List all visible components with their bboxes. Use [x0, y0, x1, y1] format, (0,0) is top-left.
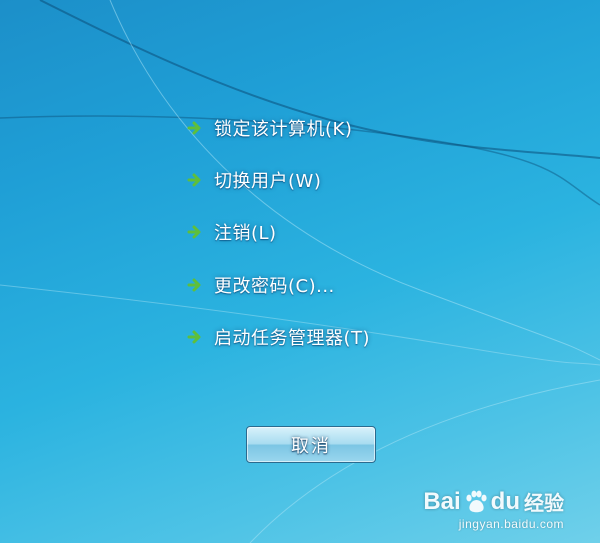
baidu-jingyan-watermark: Bai du 经验 jingyan.baidu.com [423, 487, 564, 532]
watermark-logo: Bai du 经验 [423, 487, 564, 516]
change-password-option[interactable]: 更改密码(C)... [186, 272, 335, 298]
cancel-button[interactable]: 取消 [246, 426, 376, 463]
cancel-button-label: 取消 [291, 435, 331, 457]
green-arrow-icon [187, 330, 201, 344]
switch-user-label: 切换用户(W) [214, 171, 322, 192]
lock-computer-option[interactable]: 锁定该计算机(K) [186, 115, 352, 141]
lock-computer-label: 锁定该计算机(K) [214, 119, 353, 140]
green-arrow-icon [187, 121, 201, 135]
log-off-label: 注销(L) [214, 223, 277, 244]
switch-user-option[interactable]: 切换用户(W) [186, 167, 321, 193]
watermark-brand-cn: 经验 [524, 491, 564, 515]
green-arrow-icon [187, 225, 201, 239]
task-manager-option[interactable]: 启动任务管理器(T) [186, 324, 370, 350]
task-manager-label: 启动任务管理器(T) [214, 328, 371, 349]
log-off-option[interactable]: 注销(L) [186, 219, 277, 245]
change-password-label: 更改密码(C)... [214, 276, 335, 297]
watermark-brand-left: Bai [423, 487, 461, 515]
watermark-url: jingyan.baidu.com [458, 517, 564, 531]
green-arrow-icon [187, 173, 201, 187]
green-arrow-icon [187, 278, 201, 292]
paw-icon [466, 490, 487, 512]
watermark-brand-right: du [490, 487, 520, 515]
